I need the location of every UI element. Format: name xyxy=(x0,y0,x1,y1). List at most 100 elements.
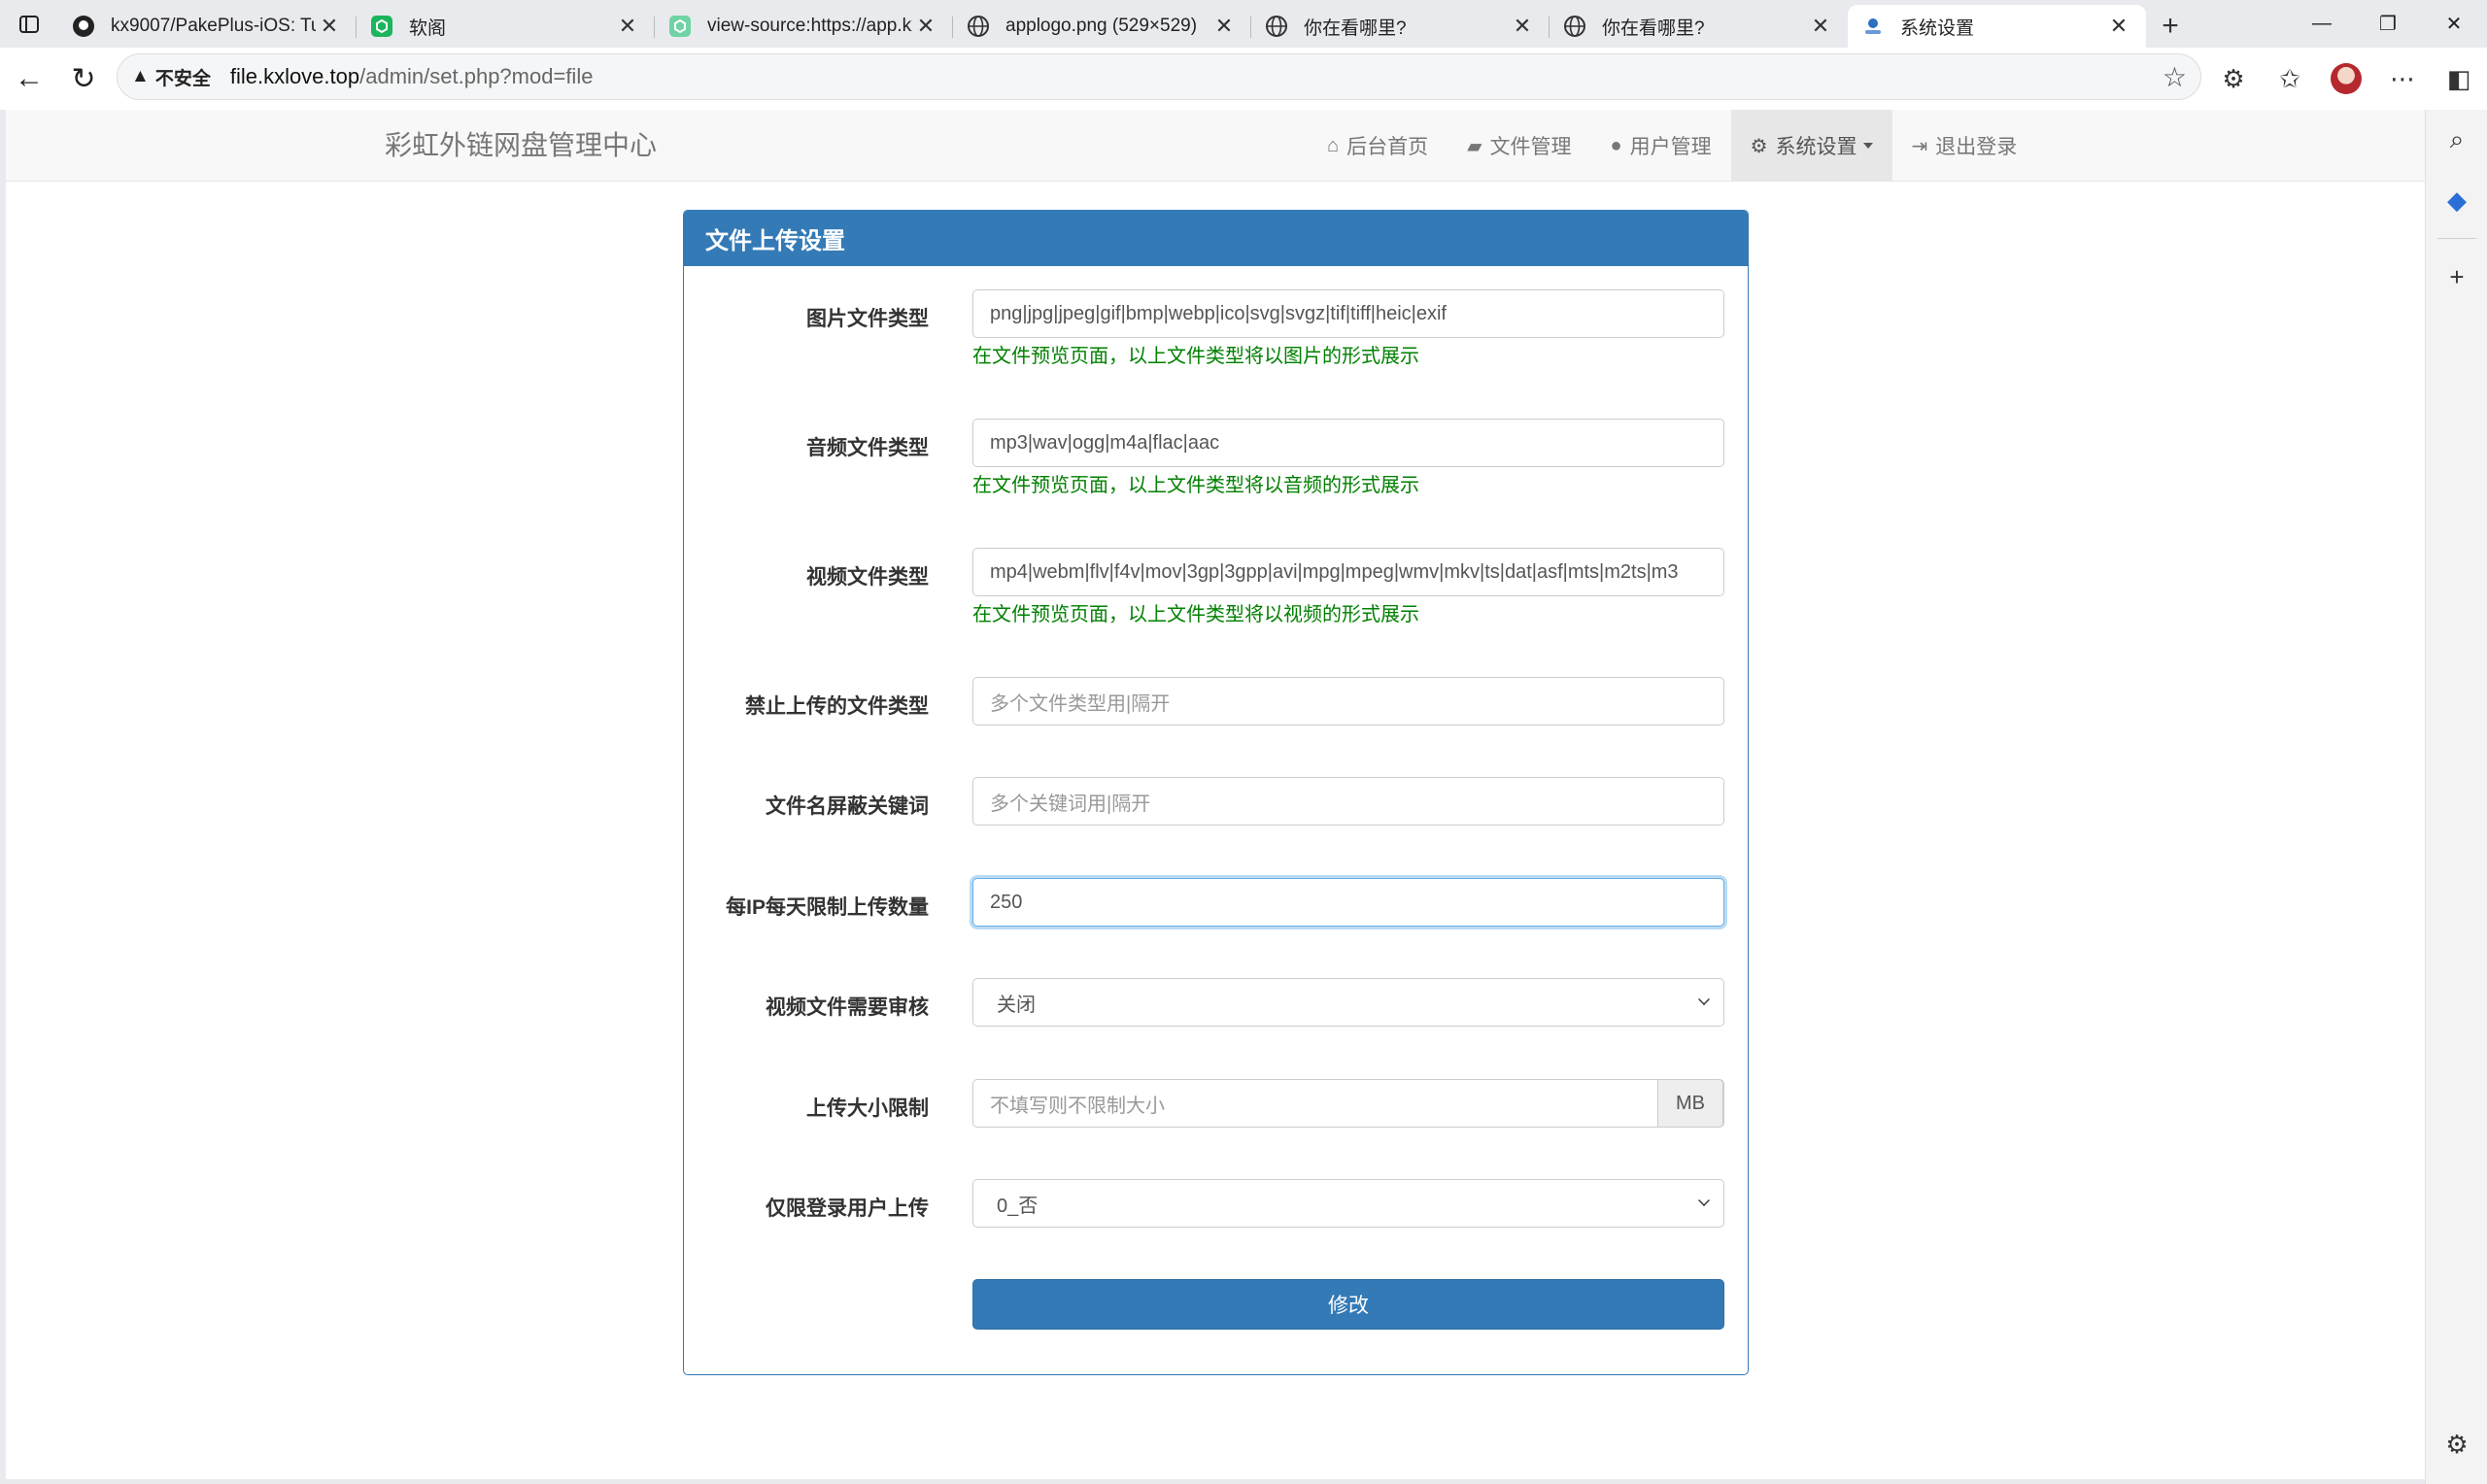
upload-settings-panel: 文件上传设置 图片文件类型 png|jpg|jpeg|gif|bmp|webp|… xyxy=(683,210,1749,1375)
site-icon xyxy=(1861,15,1885,38)
panel-title: 文件上传设置 xyxy=(684,211,1748,266)
sidebar-settings-button[interactable]: ⚙ xyxy=(2426,1414,2487,1474)
field-label: 视频文件类型 xyxy=(806,566,929,589)
arrow-left-icon: ← xyxy=(15,62,44,94)
tab-label: 系统设置 xyxy=(1900,17,1975,39)
sign-out-icon: ⇥ xyxy=(1911,135,1928,157)
select-value: 0_否 xyxy=(997,1195,1039,1217)
plus-icon: + xyxy=(2162,10,2179,42)
reload-button[interactable]: ↻ xyxy=(56,51,111,106)
tab-label: 你在看哪里? xyxy=(1602,17,1705,39)
app-icon xyxy=(668,15,692,38)
browser-tab[interactable]: 软阁 ✕ xyxy=(357,5,655,48)
new-tab-button[interactable]: + xyxy=(2146,5,2195,48)
tab-label: 软阁 xyxy=(409,17,447,39)
favorites-button[interactable]: ✩ xyxy=(2262,51,2318,106)
nav-link-label: 系统设置 xyxy=(1775,136,1857,158)
tab-close-icon[interactable]: ✕ xyxy=(1509,14,1536,39)
globe-icon xyxy=(1563,15,1586,38)
browser-tab[interactable]: view-source:https://app.kxl ✕ xyxy=(655,5,953,48)
audio-types-input[interactable]: mp3|wav|ogg|m4a|flac|aac xyxy=(972,419,1724,467)
video-review-select[interactable]: 关闭 xyxy=(972,978,1724,1027)
field-label: 文件名屏蔽关键词 xyxy=(766,795,929,818)
video-types-input[interactable]: mp4|webm|flv|f4v|mov|3gp|3gpp|avi|mpg|mp… xyxy=(972,548,1724,596)
nav-link-label: 用户管理 xyxy=(1629,136,1712,158)
tab-close-icon[interactable]: ✕ xyxy=(2105,14,2132,39)
tab-actions-button[interactable] xyxy=(0,0,58,48)
nav-link-users[interactable]: ● 用户管理 xyxy=(1590,110,1730,182)
nav-link-label: 退出登录 xyxy=(1935,136,2018,158)
plus-icon: + xyxy=(2449,261,2465,291)
browser-tab[interactable]: kx9007/PakePlus-iOS: Turn ✕ xyxy=(58,5,357,48)
url-host: file.kxlove.top xyxy=(229,64,360,88)
browser-tab[interactable]: 你在看哪里? ✕ xyxy=(1550,5,1848,48)
sidebar-toggle-button[interactable]: ◧ xyxy=(2431,51,2487,106)
nav-link-logout[interactable]: ⇥ 退出登录 xyxy=(1892,110,2037,182)
shopping-button[interactable]: ◆ xyxy=(2426,170,2487,230)
toolbar-right: ⚙ ✩ ⋯ ◧ xyxy=(2205,48,2487,110)
divider xyxy=(2437,238,2476,239)
field-label: 仅限登录用户上传 xyxy=(766,1197,929,1220)
blocked-types-input[interactable]: 多个文件类型用|隔开 xyxy=(972,677,1724,725)
nav-link-files[interactable]: ▰ 文件管理 xyxy=(1448,110,1590,182)
search-icon: ⌕ xyxy=(2449,124,2465,153)
tab-close-icon[interactable]: ✕ xyxy=(912,14,939,39)
browser-tab[interactable]: applogo.png (529×529) ✕ xyxy=(953,5,1251,48)
site-brand[interactable]: 彩虹外链网盘管理中心 xyxy=(385,110,657,182)
login-only-select[interactable]: 0_否 xyxy=(972,1179,1724,1228)
tab-actions-icon xyxy=(19,15,39,33)
extensions-button[interactable]: ⚙ xyxy=(2205,51,2262,106)
users-icon: ● xyxy=(1610,134,1622,156)
browser-tab[interactable]: 你在看哪里? ✕ xyxy=(1251,5,1550,48)
size-limit-input[interactable]: 不填写则不限制大小 xyxy=(990,1090,1165,1118)
field-label: 视频文件需要审核 xyxy=(766,996,929,1019)
puzzle-icon: ⚙ xyxy=(2222,63,2245,93)
tag-icon: ◆ xyxy=(2447,185,2467,215)
refresh-icon: ↻ xyxy=(71,62,96,95)
gear-icon: ⚙ xyxy=(1750,135,1768,157)
folder-open-icon: ▰ xyxy=(1467,135,1482,157)
tab-label: 你在看哪里? xyxy=(1304,17,1407,39)
globe-icon xyxy=(1265,15,1288,38)
nav-link-label: 后台首页 xyxy=(1346,136,1429,158)
image-types-input[interactable]: png|jpg|jpeg|gif|bmp|webp|ico|svg|svgz|t… xyxy=(972,289,1724,338)
address-bar[interactable]: ▲ 不安全 file.kxlove.top/admin/set.php?mod=… xyxy=(117,53,2201,100)
tab-label: applogo.png (529×529) xyxy=(1005,16,1198,36)
submit-button[interactable]: 修改 xyxy=(972,1279,1724,1330)
github-icon xyxy=(72,15,95,38)
insecure-label: 不安全 xyxy=(154,68,211,89)
tab-close-icon[interactable]: ✕ xyxy=(1807,14,1834,39)
tab-close-icon[interactable]: ✕ xyxy=(316,14,343,39)
browser-tab-active[interactable]: 系统设置 ✕ xyxy=(1848,5,2146,48)
caret-down-icon xyxy=(1862,143,1873,149)
nav-link-home[interactable]: ⌂ 后台首页 xyxy=(1308,110,1448,182)
field-label: 图片文件类型 xyxy=(806,308,929,330)
app-icon xyxy=(370,15,393,38)
field-label: 上传大小限制 xyxy=(806,1097,929,1120)
select-value: 关闭 xyxy=(997,994,1036,1016)
security-indicator[interactable]: ▲ 不安全 xyxy=(131,64,211,90)
nav-link-label: 文件管理 xyxy=(1489,136,1572,158)
ip-daily-limit-input[interactable]: 250 xyxy=(972,878,1724,927)
browser-sidebar: ⌕ ◆ + ⚙ xyxy=(2425,110,2487,1484)
restore-button[interactable]: ❐ xyxy=(2355,0,2421,48)
favorite-star-icon[interactable]: ☆ xyxy=(2163,61,2187,93)
add-sidebar-app-button[interactable]: + xyxy=(2426,247,2487,307)
tab-close-icon[interactable]: ✕ xyxy=(614,14,641,39)
warning-icon: ▲ xyxy=(131,66,150,86)
more-dots-icon: ⋯ xyxy=(2390,63,2415,93)
search-button[interactable]: ⌕ xyxy=(2426,110,2487,170)
minimize-button[interactable]: — xyxy=(2289,0,2355,48)
close-window-button[interactable]: ✕ xyxy=(2421,0,2487,48)
tab-label: kx9007/PakePlus-iOS: Turn xyxy=(111,16,316,36)
size-unit-addon: MB xyxy=(1657,1080,1723,1127)
more-button[interactable]: ⋯ xyxy=(2374,51,2431,106)
help-text: 在文件预览页面，以上文件类型将以视频的形式展示 xyxy=(972,604,1419,625)
profile-button[interactable] xyxy=(2318,51,2374,106)
nav-link-settings[interactable]: ⚙ 系统设置 xyxy=(1730,110,1892,182)
tab-close-icon[interactable]: ✕ xyxy=(1210,14,1238,39)
browser-tab-strip: kx9007/PakePlus-iOS: Turn ✕ 软阁 ✕ view-so… xyxy=(0,0,2487,48)
name-keywords-input[interactable]: 多个关键词用|隔开 xyxy=(972,777,1724,826)
back-button[interactable]: ← xyxy=(2,51,56,106)
url-path: /admin/set.php?mod=file xyxy=(359,64,594,88)
